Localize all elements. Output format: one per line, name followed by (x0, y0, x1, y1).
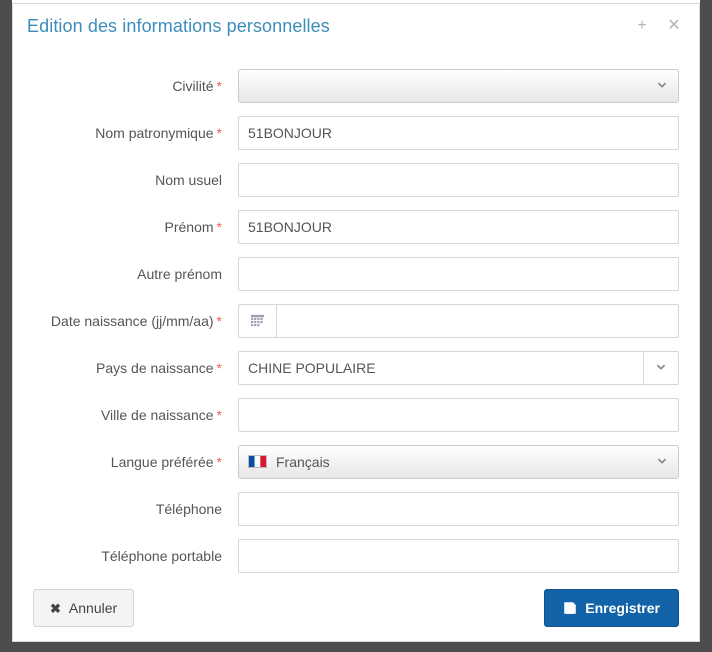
control-wrap-langue-preferee: Français (238, 444, 679, 479)
close-x-icon: ✖ (50, 600, 61, 616)
save-button[interactable]: Enregistrer (544, 589, 679, 627)
input-nom-patronymique[interactable] (238, 115, 679, 150)
input-date-naissance[interactable] (276, 303, 679, 338)
select-langue-preferee[interactable]: Français (238, 444, 679, 479)
control-wrap-pays-naissance (238, 350, 679, 385)
expand-icon[interactable]: + (633, 17, 651, 35)
required-marker: * (216, 359, 222, 376)
control-wrap-prenom (238, 209, 679, 244)
input-group-date-naissance (238, 303, 679, 338)
label-ville-naissance: Ville de naissance * (33, 407, 238, 423)
label-pays-naissance-text: Pays de naissance (96, 359, 214, 376)
control-wrap-autre-prenom (238, 256, 679, 291)
chevron-down-icon (656, 364, 666, 370)
dialog-footer: ✖ Annuler Enregistrer (13, 575, 699, 641)
field-row-prenom: Prénom * (33, 203, 679, 250)
select-langue-value-wrap: Français (248, 454, 655, 470)
label-ville-naissance-text: Ville de naissance (100, 406, 214, 423)
dialog-header-controls: + ✕ (633, 17, 685, 35)
label-date-naissance-text: Date naissance (jj/mm/aa) (50, 312, 214, 329)
close-icon[interactable]: ✕ (665, 17, 683, 35)
label-telephone: Téléphone (33, 501, 238, 517)
label-nom-patronymique-text: Nom patronymique (95, 124, 214, 141)
required-marker: * (216, 312, 222, 329)
field-row-ville-naissance: Ville de naissance * (33, 391, 679, 438)
input-group-pays-naissance (238, 350, 679, 385)
control-wrap-ville-naissance (238, 397, 679, 432)
label-pays-naissance: Pays de naissance * (33, 360, 238, 376)
chevron-down-icon (657, 458, 667, 464)
dialog-title: Edition des informations personnelles (27, 16, 330, 36)
field-row-autre-prenom: Autre prénom (33, 250, 679, 297)
pays-naissance-dropdown-button[interactable] (643, 350, 679, 385)
france-flag-icon (248, 455, 267, 468)
field-row-langue-preferee: Langue préférée * Français (33, 438, 679, 485)
label-langue-preferee: Langue préférée * (33, 454, 238, 470)
label-nom-usuel: Nom usuel (33, 172, 238, 188)
field-row-nom-patronymique: Nom patronymique * (33, 109, 679, 156)
label-prenom: Prénom * (33, 219, 238, 235)
label-autre-prenom-text: Autre prénom (137, 265, 222, 282)
control-wrap-telephone-portable (238, 538, 679, 573)
label-civilite: Civilité * (33, 78, 238, 94)
label-nom-usuel-text: Nom usuel (155, 171, 222, 188)
required-marker: * (216, 406, 222, 423)
field-row-telephone: Téléphone (33, 485, 679, 532)
field-row-date-naissance: Date naissance (jj/mm/aa) * (33, 297, 679, 344)
chevron-down-icon (657, 82, 667, 88)
field-row-pays-naissance: Pays de naissance * (33, 344, 679, 391)
label-nom-patronymique: Nom patronymique * (33, 125, 238, 141)
control-wrap-nom-usuel (238, 162, 679, 197)
field-row-civilite: Civilité * (33, 62, 679, 109)
label-telephone-portable: Téléphone portable (33, 548, 238, 564)
dialog-header: Edition des informations personnelles + … (13, 4, 699, 48)
label-langue-preferee-text: Langue préférée (110, 453, 214, 470)
floppy-save-icon (564, 602, 577, 614)
dialog-body: Civilité* Nom patronymique* Nom usuel (13, 48, 699, 575)
input-telephone-portable[interactable] (238, 538, 679, 573)
required-marker: * (216, 77, 222, 94)
input-ville-naissance[interactable] (238, 397, 679, 432)
control-wrap-telephone (238, 491, 679, 526)
select-civilite[interactable] (238, 68, 679, 103)
save-button-label: Enregistrer (585, 600, 660, 616)
control-wrap-date-naissance (238, 303, 679, 338)
input-pays-naissance[interactable] (238, 350, 643, 385)
label-autre-prenom: Autre prénom (33, 266, 238, 282)
input-telephone[interactable] (238, 491, 679, 526)
edit-personal-info-dialog: Edition des informations personnelles + … (12, 3, 700, 642)
label-telephone-text: Téléphone (155, 500, 222, 517)
input-nom-usuel[interactable] (238, 162, 679, 197)
control-wrap-nom-patronymique (238, 115, 679, 150)
select-langue-value: Français (276, 453, 330, 470)
label-date-naissance: Date naissance (jj/mm/aa) * (33, 313, 238, 329)
input-prenom[interactable] (238, 209, 679, 244)
field-row-nom-usuel: Nom usuel (33, 156, 679, 203)
required-marker: * (216, 124, 222, 141)
label-civilite-text: Civilité (172, 77, 214, 94)
calendar-icon-button[interactable] (238, 303, 276, 338)
input-autre-prenom[interactable] (238, 256, 679, 291)
cancel-button-label: Annuler (68, 600, 118, 616)
label-telephone-portable-text: Téléphone portable (101, 547, 222, 564)
required-marker: * (216, 453, 222, 470)
control-wrap-civilite (238, 68, 679, 103)
field-row-telephone-portable: Téléphone portable (33, 532, 679, 575)
cancel-button[interactable]: ✖ Annuler (33, 589, 135, 627)
required-marker: * (216, 218, 222, 235)
label-prenom-text: Prénom (164, 218, 214, 235)
calendar-icon (250, 314, 265, 327)
